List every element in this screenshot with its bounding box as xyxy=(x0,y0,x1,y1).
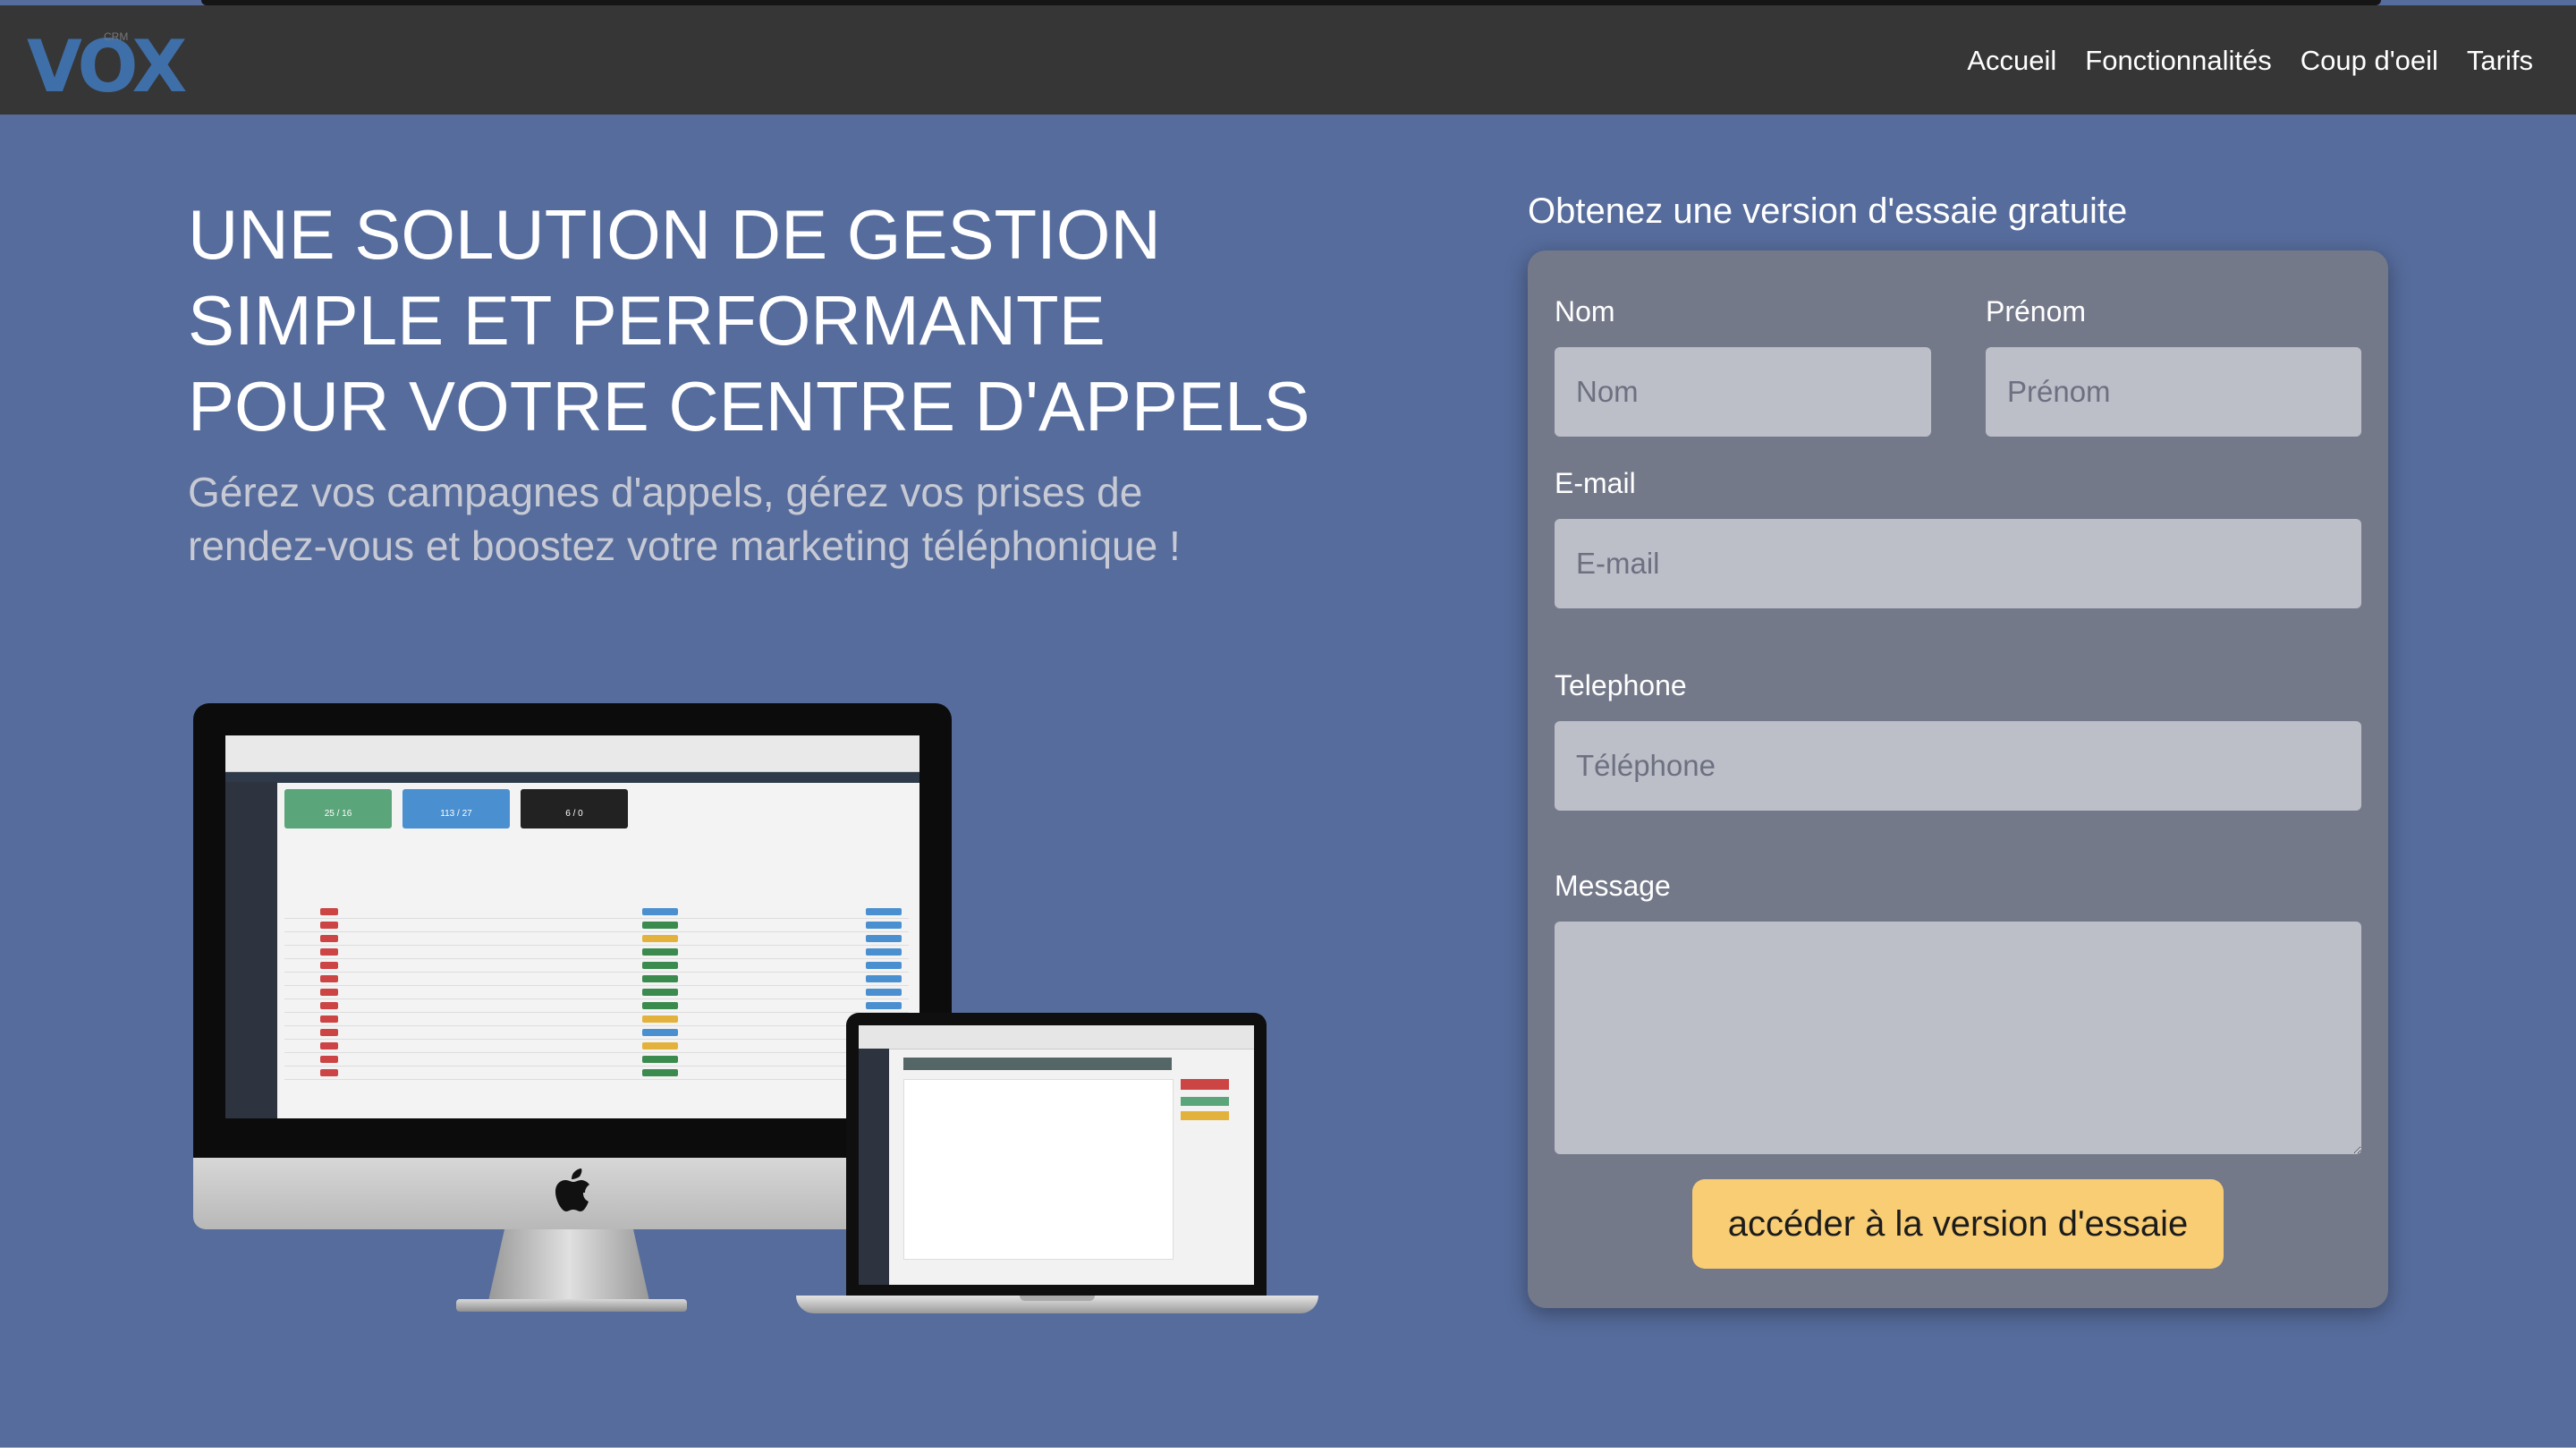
mock-row xyxy=(284,946,909,959)
macbook-screen-mockup xyxy=(859,1025,1254,1285)
message-label: Message xyxy=(1555,870,1671,902)
telephone-label: Telephone xyxy=(1555,669,1687,701)
mock-row xyxy=(284,973,909,986)
imac-stand xyxy=(488,1229,649,1301)
mock-header-bar xyxy=(903,1058,1172,1070)
apple-logo-icon xyxy=(551,1168,592,1213)
nav-fonctionnalites[interactable]: Fonctionnalités xyxy=(2085,45,2272,77)
mock-row xyxy=(284,959,909,973)
trial-submit-button[interactable]: accéder à la version d'essaie xyxy=(1692,1179,2224,1269)
mock-card-green: 25 / 16 xyxy=(284,789,392,828)
mock-card-blue: 113 / 27 xyxy=(402,789,510,828)
mock-stat-cards: 25 / 16 113 / 27 6 / 0 xyxy=(284,789,628,828)
mock-row xyxy=(284,986,909,999)
navbar: CRM VOX Accueil Fonctionnalités Coup d'o… xyxy=(0,5,2576,115)
vox-logo[interactable]: CRM VOX xyxy=(27,30,187,104)
imac-base xyxy=(456,1299,687,1312)
nom-label: Nom xyxy=(1555,295,1615,327)
main-nav: Accueil Fonctionnalités Coup d'oeil Tari… xyxy=(1967,45,2533,77)
mock-tag-yellow xyxy=(1181,1111,1229,1120)
hero-subline: Gérez vos campagnes d'appels, gérez vos … xyxy=(188,465,1440,573)
mock-browser-bar xyxy=(225,735,919,772)
form-heading: Obtenez une version d'essaie gratuite xyxy=(1528,191,2128,231)
message-textarea[interactable] xyxy=(1555,922,2361,1154)
subline-line-2: rendez-vous et boostez votre marketing t… xyxy=(188,523,1181,569)
mock-tag-red xyxy=(1181,1079,1229,1090)
hero-headline: UNE SOLUTION DE GESTION SIMPLE ET PERFOR… xyxy=(188,191,1440,449)
mock-row xyxy=(284,999,909,1013)
mock-browser-bar xyxy=(859,1025,1254,1049)
prenom-input[interactable] xyxy=(1986,347,2361,437)
nom-input[interactable] xyxy=(1555,347,1931,437)
headline-line-1: UNE SOLUTION DE GESTION xyxy=(188,195,1161,274)
page-bottom-edge xyxy=(0,1448,2576,1453)
macbook-lid xyxy=(846,1013,1267,1296)
subline-line-1: Gérez vos campagnes d'appels, gérez vos … xyxy=(188,469,1143,515)
email-label: E-mail xyxy=(1555,467,1636,499)
prenom-label: Prénom xyxy=(1986,295,2087,327)
logo-tagline: CRM xyxy=(104,30,129,43)
mock-row xyxy=(284,932,909,946)
nav-tarifs[interactable]: Tarifs xyxy=(2467,45,2533,77)
mock-sidebar xyxy=(225,782,277,1118)
mock-script-panel xyxy=(903,1079,1174,1260)
headline-line-3: POUR VOTRE CENTRE D'APPELS xyxy=(188,367,1310,446)
mock-row xyxy=(284,919,909,932)
mock-app-nav xyxy=(225,772,919,783)
mock-row xyxy=(284,905,909,919)
trial-form: Nom Prénom E-mail Telephone Message accé… xyxy=(1528,251,2388,1308)
mock-card-dark: 6 / 0 xyxy=(521,789,628,828)
telephone-input[interactable] xyxy=(1555,721,2361,811)
mock-tag-green xyxy=(1181,1097,1229,1106)
macbook-illustration xyxy=(796,1013,1318,1317)
headline-line-2: SIMPLE ET PERFORMANTE xyxy=(188,281,1106,360)
nav-accueil[interactable]: Accueil xyxy=(1967,45,2056,77)
macbook-notch xyxy=(1020,1296,1095,1301)
nav-coup-doeil[interactable]: Coup d'oeil xyxy=(2301,45,2438,77)
email-input[interactable] xyxy=(1555,519,2361,608)
mock-sidebar xyxy=(859,1049,889,1285)
